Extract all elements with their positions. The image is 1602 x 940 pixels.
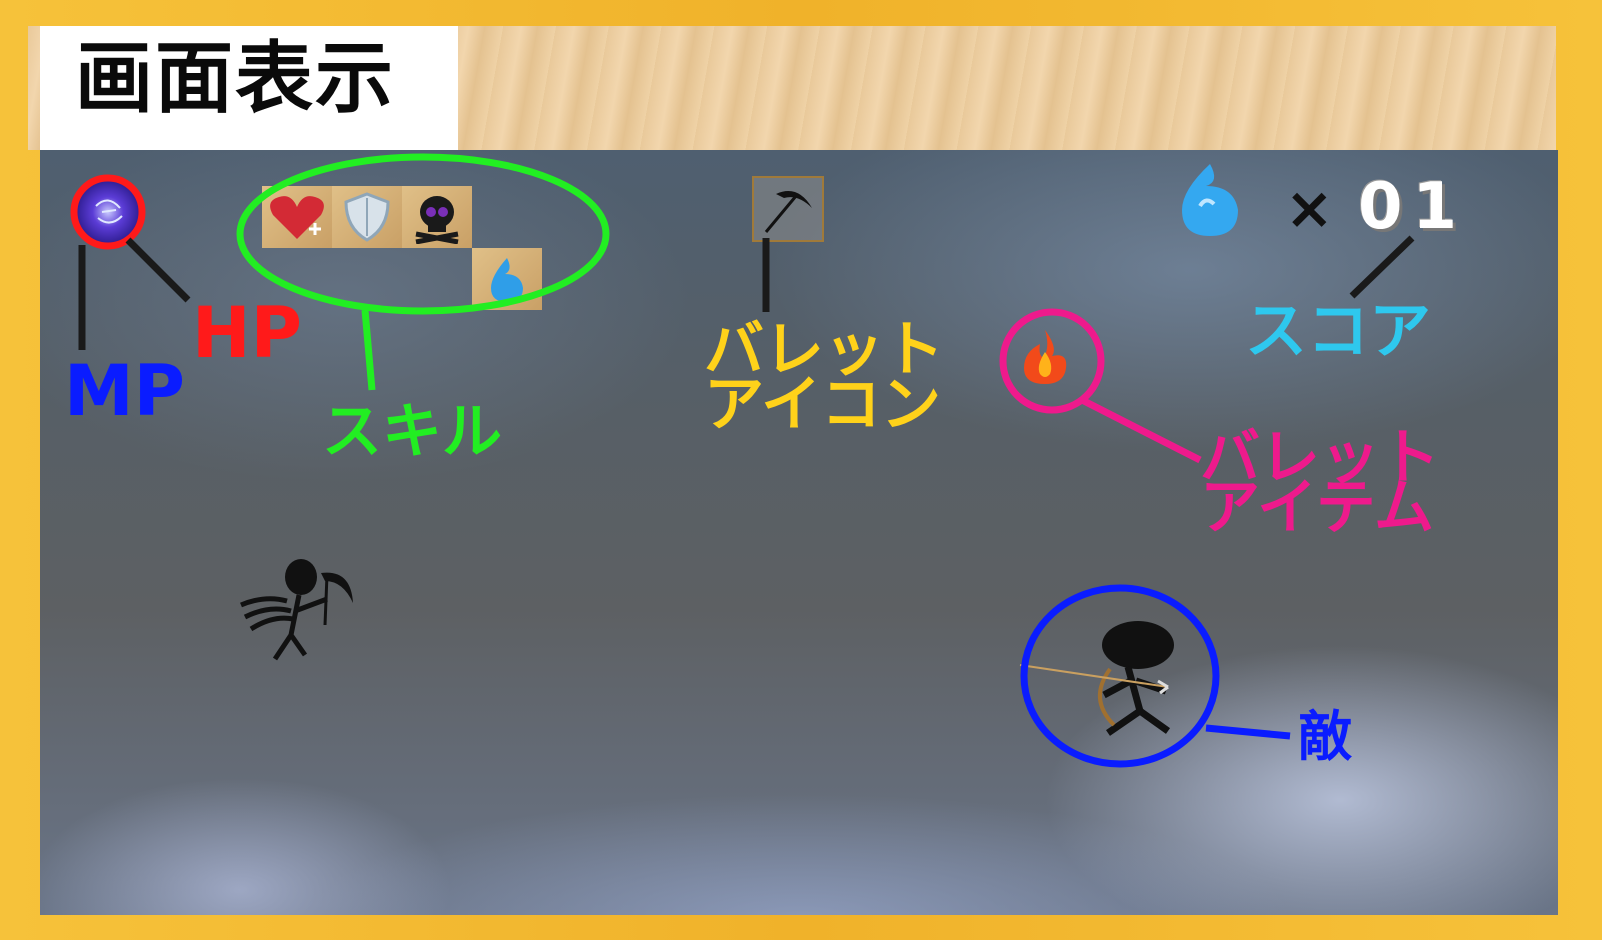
bullet-item-pointer-line	[1080, 396, 1202, 464]
score-pointer-line	[1349, 235, 1415, 299]
enemy-pointer-line	[1205, 724, 1291, 740]
enemy-circle	[1020, 584, 1220, 768]
hp-pointer-line	[125, 237, 191, 303]
bullet-item-label-line2: アイテム	[1200, 473, 1434, 543]
skill-highlight-ellipse	[236, 153, 610, 315]
bullet-icon-label-line2: アイコン	[704, 370, 941, 440]
page-title: 画面表示	[75, 34, 396, 124]
skill-pointer-line	[361, 309, 376, 391]
enemy-label: 敵	[1298, 705, 1352, 768]
game-screen[interactable]: × 01 HP MP スキル バレット アイコン スコア バレット アイテム 敵	[40, 150, 1558, 915]
bullet-item-circle	[999, 308, 1105, 414]
score-label: スコア	[1245, 294, 1432, 367]
hp-label: HP	[192, 292, 302, 374]
mp-label: MP	[64, 350, 185, 432]
skill-label: スキル	[322, 397, 502, 467]
